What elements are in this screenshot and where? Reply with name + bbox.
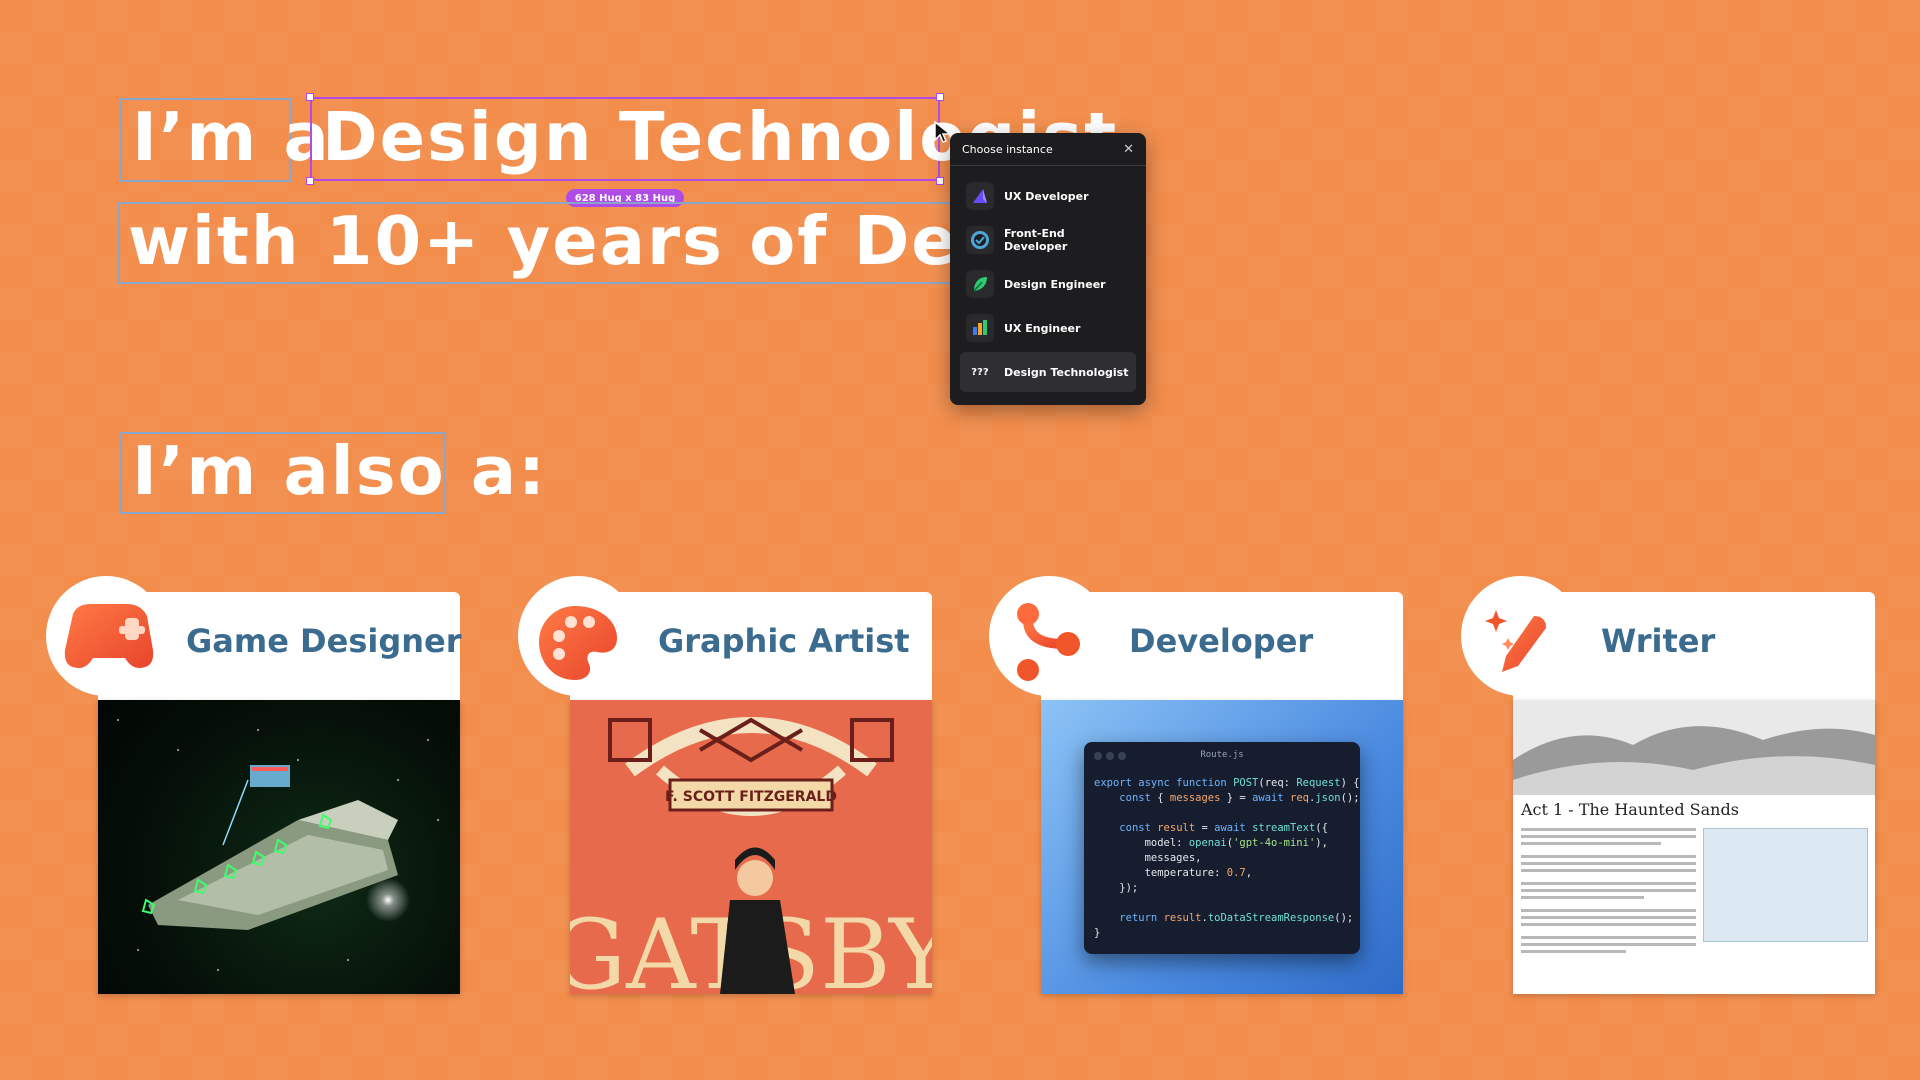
- code-filename: Route.js: [1200, 750, 1244, 760]
- code-editor-window: Route.js export async function POST(req:…: [1084, 742, 1360, 954]
- also-heading: I’m also a:: [132, 432, 547, 510]
- hero-line1-prefix: I’m a: [132, 98, 331, 176]
- resize-handle-bl[interactable]: [306, 177, 314, 185]
- choose-instance-popup: Choose instance ✕ UX Developer Front-End…: [950, 133, 1146, 405]
- card-game-designer[interactable]: Game Designer: [46, 576, 462, 994]
- leaf-logo-icon: [966, 270, 994, 298]
- card-developer[interactable]: Developer Route.js export async function…: [989, 576, 1403, 994]
- git-branch-icon: [1017, 603, 1080, 681]
- bar-chart-logo-icon: [966, 314, 994, 342]
- close-icon[interactable]: ✕: [1123, 142, 1134, 157]
- doc-sidebar-panel: [1703, 828, 1868, 942]
- resize-handle-tl[interactable]: [306, 93, 314, 101]
- instance-item-design-technologist[interactable]: ??? Design Technologist: [960, 352, 1136, 392]
- card-title: Writer: [1601, 622, 1716, 660]
- card-title: Game Designer: [186, 622, 462, 660]
- resize-handle-br[interactable]: [936, 177, 944, 185]
- doc-heading: Act 1 - The Haunted Sands: [1521, 800, 1739, 819]
- card-graphic-artist[interactable]: Graphic Artist F. SCOTT FITZGERALD GATSB…: [518, 576, 932, 994]
- card-title: Developer: [1129, 622, 1314, 660]
- instance-item-design-engineer[interactable]: Design Engineer: [960, 264, 1136, 304]
- card-writer[interactable]: Writer Act 1 - The Haunted Sands: [1461, 576, 1875, 994]
- palette-icon: [539, 606, 617, 680]
- popup-title: Choose instance: [962, 142, 1053, 156]
- instance-item-ux-engineer[interactable]: UX Engineer: [960, 308, 1136, 348]
- code-screenshot-image: Route.js export async function POST(req:…: [1041, 700, 1403, 994]
- instance-item-ux-developer[interactable]: UX Developer: [960, 176, 1136, 216]
- hero-line2: with 10+ years of Design Sy: [128, 202, 950, 280]
- card-title: Graphic Artist: [658, 622, 910, 660]
- spaceship-image: [98, 700, 460, 994]
- writer-document-image: Act 1 - The Haunted Sands: [1513, 700, 1875, 994]
- pen-sparkle-icon: [1485, 610, 1546, 672]
- gatsby-author: F. SCOTT FITZGERALD: [665, 789, 837, 805]
- front-end-logo-icon: [966, 226, 994, 254]
- unknown-logo-icon: ???: [971, 366, 989, 378]
- ux-developer-logo-icon: [966, 182, 994, 210]
- code-text: export async function POST(req: Request)…: [1094, 777, 1360, 939]
- instance-item-front-end-developer[interactable]: Front-End Developer: [960, 220, 1136, 260]
- gamepad-icon: [64, 604, 154, 668]
- gatsby-poster-image: F. SCOTT FITZGERALD GATSBY: [570, 700, 932, 994]
